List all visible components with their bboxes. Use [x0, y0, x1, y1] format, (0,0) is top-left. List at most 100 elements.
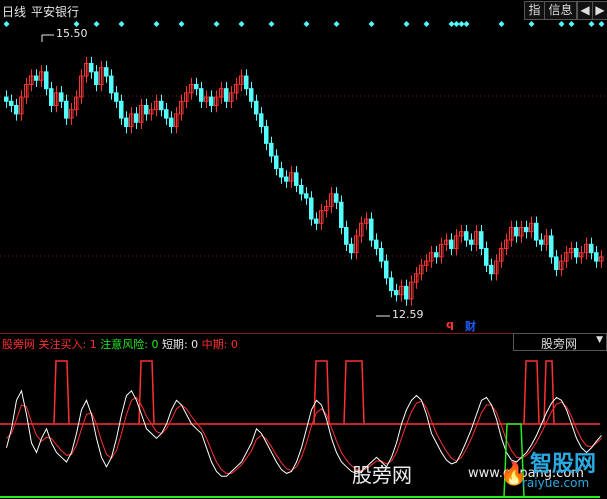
risk-value: 0	[151, 338, 159, 351]
candle-body	[244, 75, 249, 90]
short-term-value: 0	[191, 338, 199, 351]
candle-body	[484, 248, 489, 266]
info-button[interactable]: 信息	[544, 1, 577, 20]
price-chart[interactable]	[0, 20, 607, 333]
candle-body	[199, 88, 204, 102]
candle-body	[304, 193, 309, 199]
candle-body	[479, 231, 484, 249]
candle-body	[49, 88, 54, 106]
candle-body	[284, 176, 289, 182]
signal-diamond	[3, 21, 10, 27]
buy-signal-spike	[53, 360, 70, 425]
signal-diamond	[118, 21, 125, 27]
candle-body	[344, 226, 349, 245]
candle-body	[394, 290, 399, 296]
candle-body	[489, 264, 494, 275]
signal-diamond	[268, 21, 275, 27]
candle-body	[274, 155, 279, 170]
watermark-url2: raiyue.com	[522, 476, 590, 490]
mid-term-value: 0	[230, 338, 238, 351]
next-arrow-icon[interactable]: ▶	[592, 1, 607, 20]
candle-body	[164, 109, 169, 119]
indicator-readout: 股旁网 关注买入: 1 注意风险: 0 短期: 0 中期: 0	[2, 338, 238, 351]
candle-body	[9, 100, 14, 107]
candle-body	[94, 71, 99, 85]
signal-diamond	[598, 21, 605, 27]
indicator-name: 股旁网	[2, 338, 35, 351]
candle-body	[449, 239, 454, 250]
candle-body	[264, 126, 269, 144]
candle-body	[294, 172, 299, 186]
candle-body	[384, 260, 389, 279]
candle-body	[124, 117, 129, 128]
indicator-button[interactable]: 指	[524, 1, 545, 20]
candle-body	[4, 96, 9, 102]
signal-diamond	[153, 21, 160, 27]
buy-label: 关注买入	[38, 338, 83, 351]
candle-body	[574, 248, 579, 258]
signal-diamond	[213, 21, 220, 27]
candle-body	[379, 248, 384, 262]
candle-body	[194, 83, 199, 90]
candle-body	[464, 231, 469, 241]
period-label[interactable]: 日线	[2, 3, 26, 20]
signal-diamond	[93, 21, 100, 27]
q-badge[interactable]: q	[446, 318, 454, 331]
signal-diamond	[423, 21, 430, 27]
candle-body	[159, 100, 164, 111]
candle-body	[539, 239, 544, 245]
candle-body	[144, 105, 149, 115]
candle-body	[119, 100, 124, 119]
candle-body	[434, 252, 439, 258]
candle-body	[334, 193, 339, 203]
candle-body	[369, 218, 374, 241]
watermark-site2: 智股网	[530, 452, 597, 477]
candle-body	[314, 218, 319, 224]
candle-body	[34, 75, 39, 81]
candle-body	[389, 277, 394, 292]
candle-body	[589, 243, 594, 254]
candle-body	[594, 252, 599, 262]
candle-body	[524, 226, 529, 233]
candle-body	[554, 256, 559, 271]
candle-body	[254, 100, 259, 115]
risk-label: 注意风险	[100, 338, 145, 351]
candle-body	[404, 285, 409, 300]
candle-body	[44, 71, 49, 90]
candle-body	[349, 243, 354, 254]
signal-diamond	[588, 21, 595, 27]
candle-body	[59, 92, 64, 102]
signal-diamond	[333, 21, 340, 27]
signal-diamond	[568, 21, 575, 27]
candle-body	[279, 168, 284, 178]
candle-body	[114, 92, 119, 102]
indicator-select[interactable]: 股旁网 ▼	[513, 333, 607, 351]
signal-diamond	[558, 21, 565, 27]
candle-body	[549, 235, 554, 258]
buy-signal-spike	[523, 360, 540, 425]
finance-badge[interactable]: 财	[465, 318, 476, 334]
candle-body	[259, 113, 264, 128]
candle-body	[309, 197, 314, 220]
signal-diamond	[403, 21, 410, 27]
signal-diamond	[528, 21, 535, 27]
stock-name[interactable]: 平安银行	[31, 3, 79, 20]
candle-body	[469, 239, 474, 245]
low-price-label: 12.59	[392, 308, 424, 321]
signal-diamond	[303, 21, 310, 27]
candle-body	[89, 62, 94, 73]
candle-body	[339, 201, 344, 228]
candle-body	[64, 100, 69, 119]
watermark-site: 股旁网	[352, 463, 412, 487]
candle-body	[169, 117, 174, 128]
chevron-down-icon[interactable]: ▼	[596, 335, 603, 345]
mid-term-label: 中期	[201, 338, 224, 351]
candle-body	[14, 105, 19, 115]
high-price-label: 15.50	[56, 27, 88, 40]
candle-body	[209, 96, 214, 106]
signal-diamond	[368, 21, 375, 27]
candle-body	[269, 142, 274, 157]
candle-body	[249, 88, 254, 102]
prev-arrow-icon[interactable]: ◀	[577, 1, 593, 20]
candle-body	[224, 88, 229, 102]
